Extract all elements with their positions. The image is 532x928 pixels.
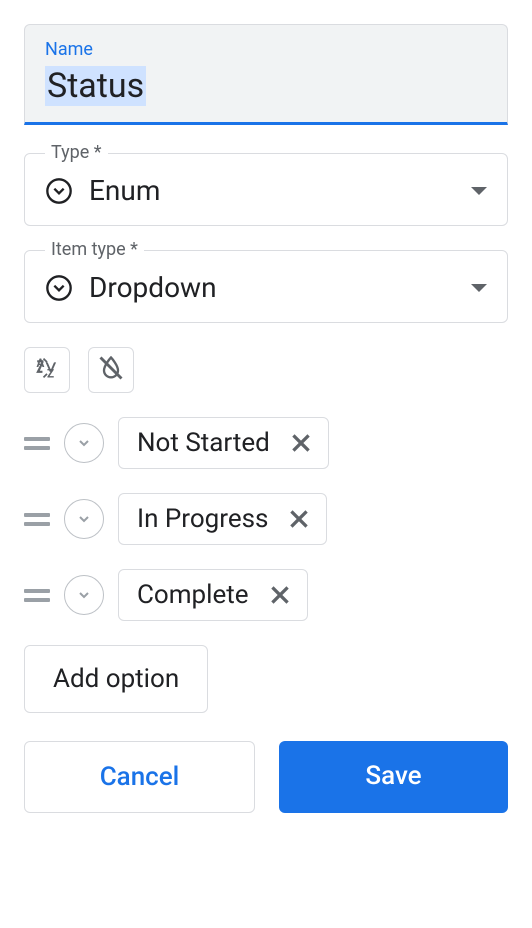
options-toolbar: A Z — [24, 347, 508, 393]
option-row: Complete — [24, 569, 508, 621]
chevron-down-icon — [471, 284, 487, 292]
enum-type-icon — [45, 274, 73, 302]
drag-handle-icon[interactable] — [24, 513, 50, 526]
type-dropdown[interactable]: Type * Enum — [24, 153, 508, 226]
type-dropdown-label: Type * — [45, 142, 108, 163]
option-chip[interactable]: Not Started — [118, 417, 329, 469]
svg-text:A: A — [37, 356, 45, 370]
drag-handle-icon[interactable] — [24, 437, 50, 450]
option-row: Not Started — [24, 417, 508, 469]
chevron-down-icon — [471, 187, 487, 195]
cancel-button[interactable]: Cancel — [24, 741, 255, 813]
type-dropdown-value: Enum — [89, 174, 455, 207]
remove-option-button[interactable] — [286, 506, 312, 532]
option-row: In Progress — [24, 493, 508, 545]
name-field-container[interactable]: Name Status — [24, 24, 508, 125]
option-label: Complete — [137, 580, 249, 610]
sort-alpha-button[interactable]: A Z — [24, 347, 70, 393]
drag-handle-icon[interactable] — [24, 589, 50, 602]
dialog-actions: Cancel Save — [24, 741, 508, 813]
option-expand-button[interactable] — [64, 423, 104, 463]
item-type-dropdown[interactable]: Item type * Dropdown — [24, 250, 508, 323]
option-label: Not Started — [137, 428, 270, 458]
name-field-label: Name — [45, 39, 487, 60]
add-option-button[interactable]: Add option — [24, 645, 208, 713]
option-expand-button[interactable] — [64, 499, 104, 539]
option-expand-button[interactable] — [64, 575, 104, 615]
option-label: In Progress — [137, 504, 268, 534]
options-list: Not Started In Progress Complete — [24, 417, 508, 621]
remove-option-button[interactable] — [288, 430, 314, 456]
sort-alpha-icon: A Z — [33, 354, 61, 386]
svg-text:Z: Z — [47, 366, 54, 380]
save-button[interactable]: Save — [279, 741, 508, 813]
remove-option-button[interactable] — [267, 582, 293, 608]
item-type-dropdown-label: Item type * — [45, 239, 144, 260]
name-field-value[interactable]: Status — [45, 66, 146, 106]
enum-type-icon — [45, 177, 73, 205]
color-off-icon — [97, 354, 125, 386]
item-type-dropdown-value: Dropdown — [89, 271, 455, 304]
option-chip[interactable]: Complete — [118, 569, 308, 621]
toggle-colors-button[interactable] — [88, 347, 134, 393]
option-chip[interactable]: In Progress — [118, 493, 327, 545]
